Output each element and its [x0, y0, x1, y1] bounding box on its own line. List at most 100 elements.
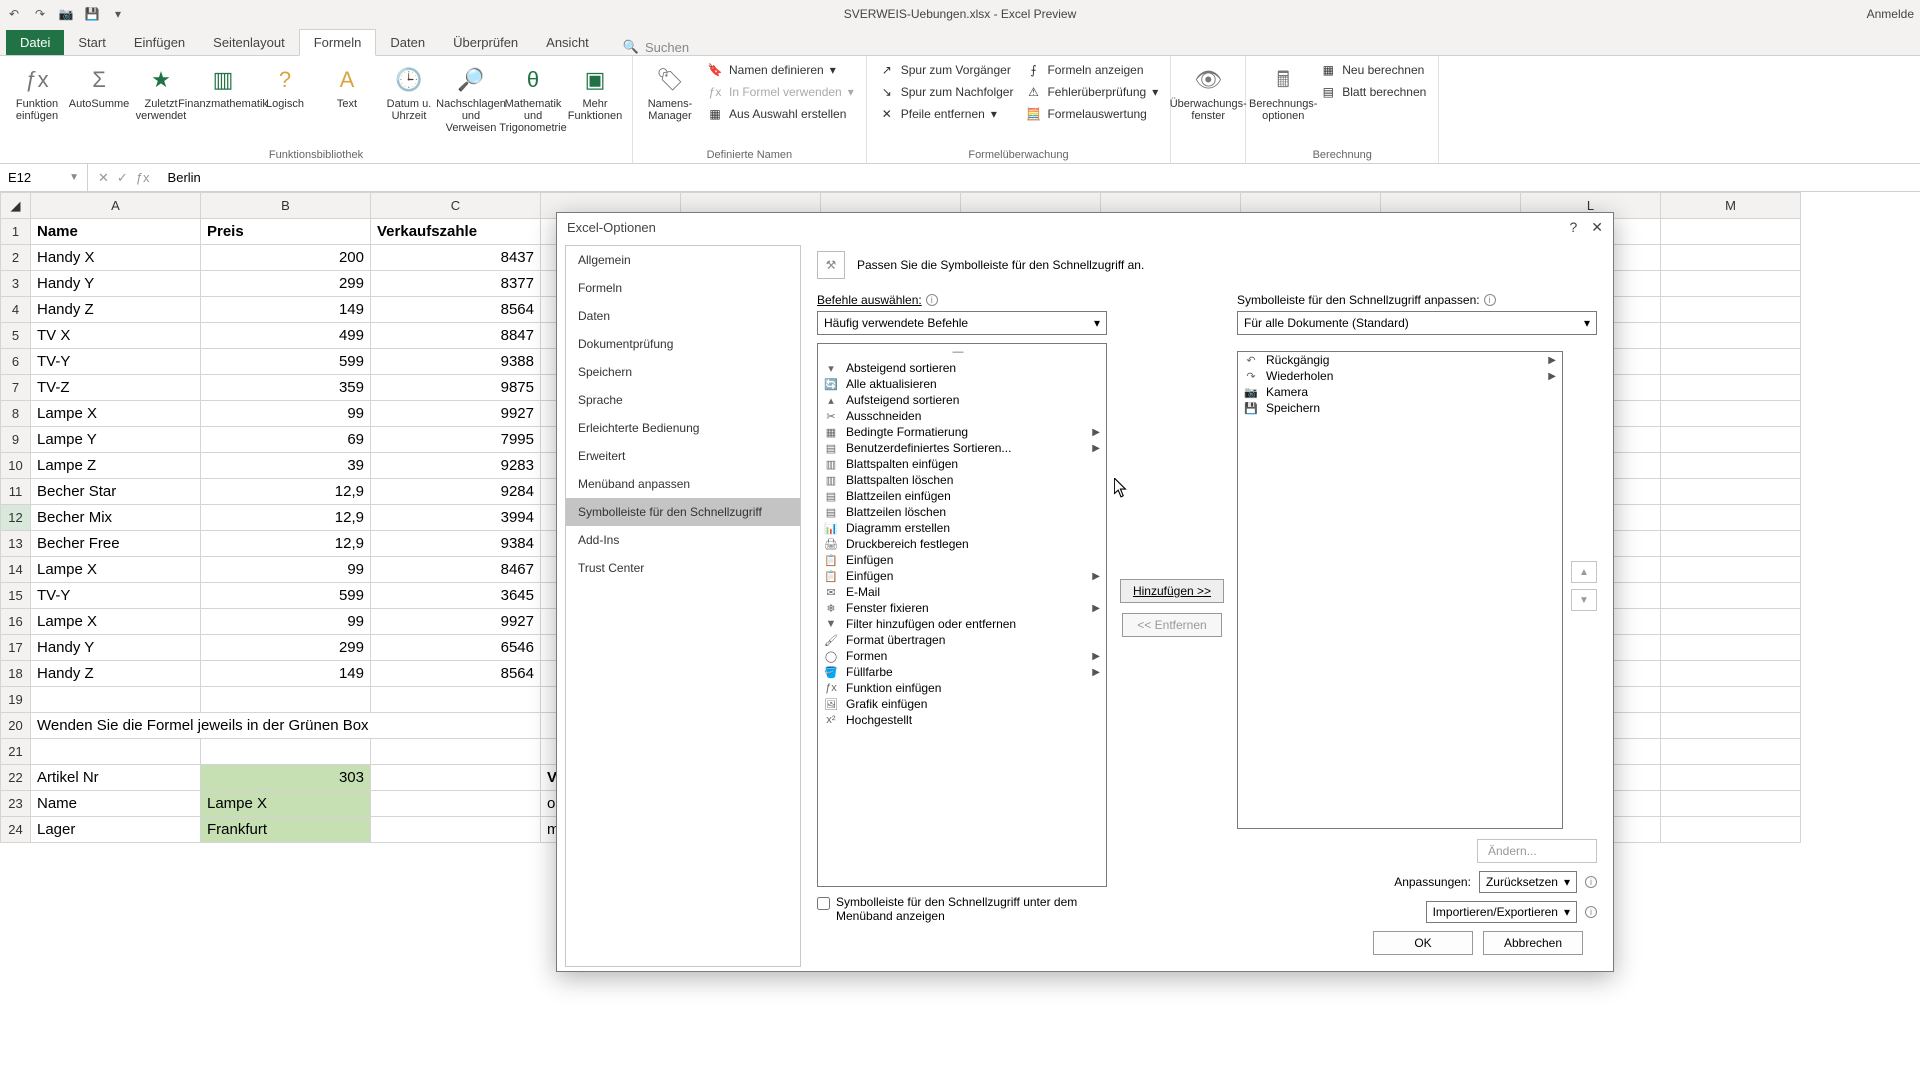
tab-review[interactable]: Überprüfen [439, 30, 532, 55]
cell[interactable]: Preis [201, 219, 371, 245]
cell[interactable]: TV-Z [31, 375, 201, 401]
list-item[interactable]: 🖌Format übertragen [818, 632, 1106, 648]
list-item[interactable]: ◯Formen▶ [818, 648, 1106, 664]
cell[interactable]: 8847 [371, 323, 541, 349]
cell[interactable]: TV-Y [31, 349, 201, 375]
dialog-nav-item[interactable]: Erweitert [566, 442, 800, 470]
cell[interactable]: 3645 [371, 583, 541, 609]
save-icon[interactable]: 💾 [84, 6, 100, 22]
row-header[interactable]: 14 [1, 557, 31, 583]
dialog-nav-item[interactable]: Speichern [566, 358, 800, 386]
cell[interactable]: Handy Z [31, 661, 201, 687]
cell[interactable]: 12,9 [201, 479, 371, 505]
row-header[interactable]: 11 [1, 479, 31, 505]
cell[interactable]: 359 [201, 375, 371, 401]
list-item[interactable]: ↷Wiederholen▶ [1238, 368, 1562, 384]
dialog-nav-item[interactable]: Add-Ins [566, 526, 800, 554]
import-export-combo[interactable]: Importieren/Exportieren▾ [1426, 901, 1577, 923]
cell[interactable]: Becher Free [31, 531, 201, 557]
cell[interactable]: 8377 [371, 271, 541, 297]
cell[interactable]: 8467 [371, 557, 541, 583]
cell[interactable]: Lampe X [31, 557, 201, 583]
row-header[interactable]: 19 [1, 687, 31, 713]
tab-file[interactable]: Datei [6, 30, 64, 55]
formula-input[interactable]: Berlin [160, 170, 1920, 185]
cell[interactable]: Handy Z [31, 297, 201, 323]
dialog-nav-item[interactable]: Daten [566, 302, 800, 330]
use-in-formula-button[interactable]: ƒxIn Formel verwenden ▾ [703, 82, 858, 102]
cell[interactable]: 9384 [371, 531, 541, 557]
row-header[interactable]: 1 [1, 219, 31, 245]
evaluate-formula-button[interactable]: 🧮Formelauswertung [1021, 104, 1162, 124]
define-name-button[interactable]: 🔖Namen definieren ▾ [703, 60, 858, 80]
row-header[interactable]: 2 [1, 245, 31, 271]
move-up-button[interactable]: ▲ [1571, 561, 1597, 583]
list-item[interactable]: ↶Rückgängig▶ [1238, 352, 1562, 368]
cell[interactable]: 8564 [371, 297, 541, 323]
list-item[interactable]: ✉E-Mail [818, 584, 1106, 600]
cell[interactable]: TV X [31, 323, 201, 349]
cell[interactable]: Verkaufszahle [371, 219, 541, 245]
create-from-selection-button[interactable]: ▦Aus Auswahl erstellen [703, 104, 858, 124]
row-header[interactable]: 24 [1, 817, 31, 843]
list-item[interactable]: ▤Benutzerdefiniertes Sortieren...▶ [818, 440, 1106, 456]
cell[interactable]: 7995 [371, 427, 541, 453]
math-button[interactable]: θMathematik und Trigonometrie [504, 60, 562, 138]
tab-home[interactable]: Start [64, 30, 119, 55]
trace-precedents-button[interactable]: ↗Spur zum Vorgänger [875, 60, 1018, 80]
qat-dropdown-icon[interactable]: ▾ [110, 6, 126, 22]
list-item[interactable]: ▥Blattspalten einfügen [818, 456, 1106, 472]
dialog-nav-item[interactable]: Trust Center [566, 554, 800, 582]
list-item[interactable]: ▥Blattspalten löschen [818, 472, 1106, 488]
list-item[interactable]: 💾Speichern [1238, 400, 1562, 416]
tab-insert[interactable]: Einfügen [120, 30, 199, 55]
calc-options-button[interactable]: 🖩Berechnungs-optionen [1254, 60, 1312, 126]
list-item[interactable]: 🖼Grafik einfügen [818, 696, 1106, 712]
cell[interactable]: 9388 [371, 349, 541, 375]
cell[interactable]: 149 [201, 297, 371, 323]
cell[interactable]: Handy X [31, 245, 201, 271]
list-item[interactable]: ▤Blattzeilen einfügen [818, 488, 1106, 504]
col-header-A[interactable]: A [31, 193, 201, 219]
remove-button[interactable]: << Entfernen [1122, 613, 1222, 637]
row-header[interactable]: 3 [1, 271, 31, 297]
cell[interactable]: Lampe X [31, 609, 201, 635]
col-header-M[interactable]: M [1661, 193, 1801, 219]
cell[interactable]: 149 [201, 661, 371, 687]
cell[interactable]: Name [31, 791, 201, 817]
ok-button[interactable]: OK [1373, 931, 1473, 955]
info-icon[interactable]: i [1484, 294, 1496, 306]
cell[interactable]: 8437 [371, 245, 541, 271]
insert-function-button[interactable]: ƒxFunktion einfügen [8, 60, 66, 138]
list-item[interactable]: ▴Aufsteigend sortieren [818, 392, 1106, 408]
enter-icon[interactable]: ✓ [117, 170, 128, 186]
add-button[interactable]: Hinzufügen >> [1120, 579, 1224, 603]
dialog-nav-item[interactable]: Allgemein [566, 246, 800, 274]
cell[interactable]: 9284 [371, 479, 541, 505]
autosum-button[interactable]: ΣAutoSumme [70, 60, 128, 138]
cell[interactable]: Frankfurt [201, 817, 371, 843]
select-all-corner[interactable]: ◢ [1, 193, 31, 219]
info-icon[interactable]: i [1585, 876, 1597, 888]
row-header[interactable]: 4 [1, 297, 31, 323]
cell[interactable]: 200 [201, 245, 371, 271]
list-item[interactable]: 🪣Füllfarbe▶ [818, 664, 1106, 680]
list-item[interactable]: ✂Ausschneiden [818, 408, 1106, 424]
cell[interactable]: Lampe X [31, 401, 201, 427]
row-header[interactable]: 18 [1, 661, 31, 687]
col-header-B[interactable]: B [201, 193, 371, 219]
financial-button[interactable]: ▥Finanzmathematik [194, 60, 252, 138]
row-header[interactable]: 23 [1, 791, 31, 817]
row-header[interactable]: 21 [1, 739, 31, 765]
calc-sheet-button[interactable]: ▤Blatt berechnen [1316, 82, 1430, 102]
error-checking-button[interactable]: ⚠Fehlerüberprüfung ▾ [1021, 82, 1162, 102]
name-box[interactable]: E12 ▼ [0, 164, 88, 191]
row-header[interactable]: 22 [1, 765, 31, 791]
tab-data[interactable]: Daten [376, 30, 439, 55]
show-below-ribbon-checkbox[interactable] [817, 897, 830, 910]
row-header[interactable]: 17 [1, 635, 31, 661]
camera-icon[interactable]: 📷 [58, 6, 74, 22]
account-link[interactable]: Anmelde [1867, 7, 1914, 21]
lookup-button[interactable]: 🔎Nachschlagen und Verweisen [442, 60, 500, 138]
row-header[interactable]: 12 [1, 505, 31, 531]
